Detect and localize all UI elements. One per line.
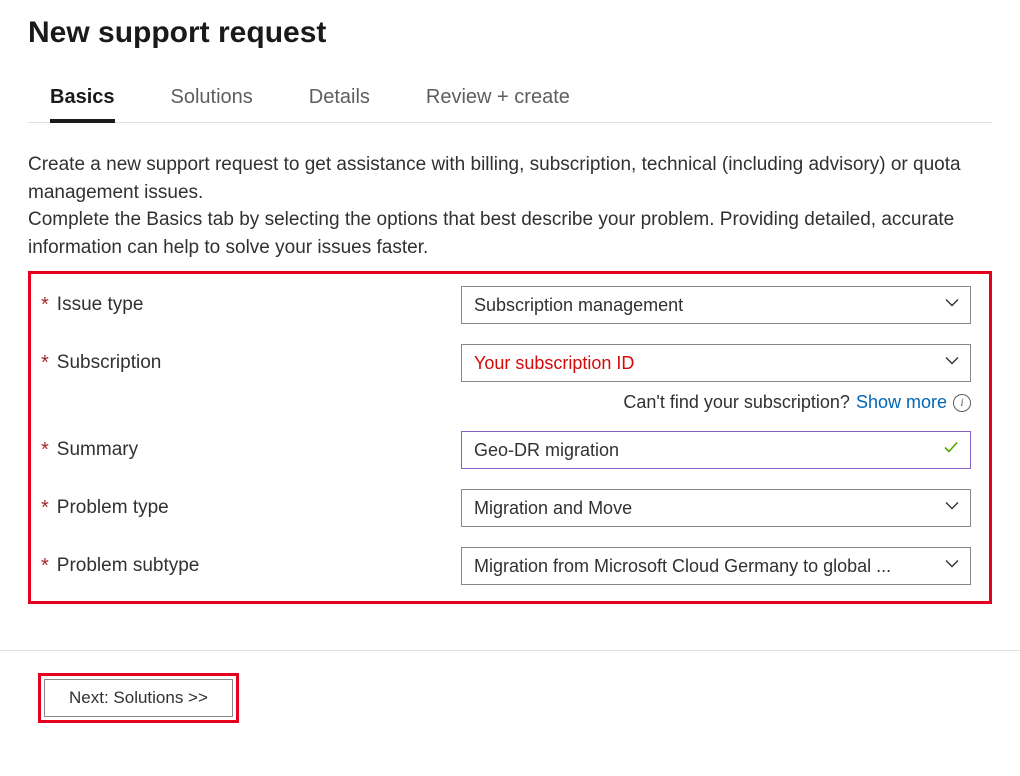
show-more-link[interactable]: Show more [856, 392, 947, 413]
tab-details[interactable]: Details [309, 78, 370, 123]
subscription-helper-text: Can't find your subscription? [623, 392, 850, 413]
problem-subtype-select[interactable]: Migration from Microsoft Cloud Germany t… [461, 547, 971, 585]
required-asterisk: * [41, 440, 49, 460]
tab-solutions[interactable]: Solutions [171, 78, 253, 123]
intro-text: Create a new support request to get assi… [28, 151, 992, 261]
subscription-helper-row: Can't find your subscription? Show more … [41, 392, 971, 413]
problem-subtype-label: * Problem subtype [41, 555, 461, 577]
summary-label: * Summary [41, 439, 461, 461]
checkmark-icon [942, 439, 960, 462]
problem-type-select[interactable]: Migration and Move [461, 489, 971, 527]
form-section-highlight: * Issue type Subscription management * S… [28, 271, 992, 604]
subscription-label: * Subscription [41, 352, 461, 374]
subscription-select[interactable]: Your subscription ID [461, 344, 971, 382]
issue-type-select[interactable]: Subscription management [461, 286, 971, 324]
tab-basics[interactable]: Basics [50, 78, 115, 123]
required-asterisk: * [41, 353, 49, 373]
issue-type-label: * Issue type [41, 294, 461, 316]
chevron-down-icon [944, 353, 960, 374]
tabs-bar: Basics Solutions Details Review + create [28, 78, 992, 123]
summary-input[interactable]: Geo-DR migration [461, 431, 971, 469]
footer-divider [0, 650, 1020, 651]
page-title: New support request [28, 16, 992, 50]
intro-line-1: Create a new support request to get assi… [28, 154, 961, 203]
chevron-down-icon [944, 295, 960, 316]
required-asterisk: * [41, 498, 49, 518]
next-solutions-button[interactable]: Next: Solutions >> [44, 679, 233, 717]
required-asterisk: * [41, 556, 49, 576]
next-button-highlight: Next: Solutions >> [38, 673, 239, 723]
chevron-down-icon [944, 498, 960, 519]
chevron-down-icon [944, 556, 960, 577]
problem-type-label: * Problem type [41, 497, 461, 519]
tab-review-create[interactable]: Review + create [426, 78, 570, 123]
intro-line-2: Complete the Basics tab by selecting the… [28, 209, 954, 258]
required-asterisk: * [41, 295, 49, 315]
info-icon[interactable]: i [953, 394, 971, 412]
